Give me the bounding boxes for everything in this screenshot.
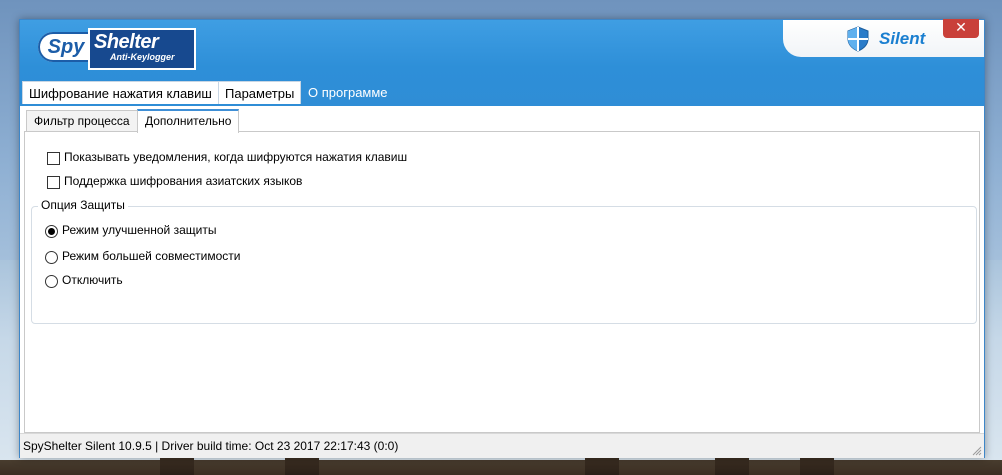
logo-shelter-text: Shelter (94, 31, 159, 53)
logo-shelter-box: Shelter Anti-Keylogger (88, 28, 196, 70)
notify-checkbox[interactable] (47, 152, 60, 165)
asian-languages-checkbox[interactable] (47, 176, 60, 189)
protection-group-title: Опция Защиты (38, 198, 128, 212)
close-icon: ✕ (955, 20, 967, 36)
radio-disable-label[interactable]: Отключить (62, 273, 123, 287)
radio-enhanced-protection-label[interactable]: Режим улучшенной защиты (62, 223, 216, 237)
shield-icon (847, 26, 869, 52)
tab-keystroke-encryption[interactable]: Шифрование нажатия клавиш (22, 81, 219, 104)
logo-subtitle: Anti-Keylogger (110, 52, 175, 62)
mode-label: Silent (879, 29, 926, 48)
tab-about[interactable]: О программе (302, 81, 394, 104)
subtab-advanced[interactable]: Дополнительно (137, 109, 240, 133)
logo-spy-text: Spy (38, 32, 94, 62)
status-bar: SpyShelter Silent 10.9.5 | Driver build … (20, 433, 984, 458)
tab-settings[interactable]: Параметры (218, 81, 302, 104)
advanced-panel: Показывать уведомления, когда шифруются … (24, 131, 980, 433)
radio-compatibility-label[interactable]: Режим большей совместимости (62, 249, 241, 263)
radio-disable[interactable] (45, 275, 58, 288)
status-text: SpyShelter Silent 10.9.5 | Driver build … (23, 439, 399, 453)
protection-group: Опция Защиты Режим улучшенной защиты Реж… (31, 198, 977, 324)
settings-content: Фильтр процесса Дополнительно Показывать… (22, 106, 980, 433)
radio-enhanced-protection[interactable] (45, 225, 58, 238)
subtab-process-filter[interactable]: Фильтр процесса (26, 110, 138, 132)
resize-grip-icon[interactable] (972, 446, 982, 456)
asian-languages-label[interactable]: Поддержка шифрования азиатских языков (64, 174, 302, 188)
close-button[interactable]: ✕ (943, 19, 979, 38)
radio-compatibility[interactable] (45, 251, 58, 264)
notify-label[interactable]: Показывать уведомления, когда шифруются … (64, 150, 407, 164)
app-window: Spy Shelter Anti-Keylogger Silent ✕ Шифр… (19, 19, 985, 458)
title-bar[interactable]: Spy Shelter Anti-Keylogger Silent ✕ Шифр… (20, 19, 984, 106)
app-logo: Spy Shelter Anti-Keylogger (38, 28, 198, 70)
